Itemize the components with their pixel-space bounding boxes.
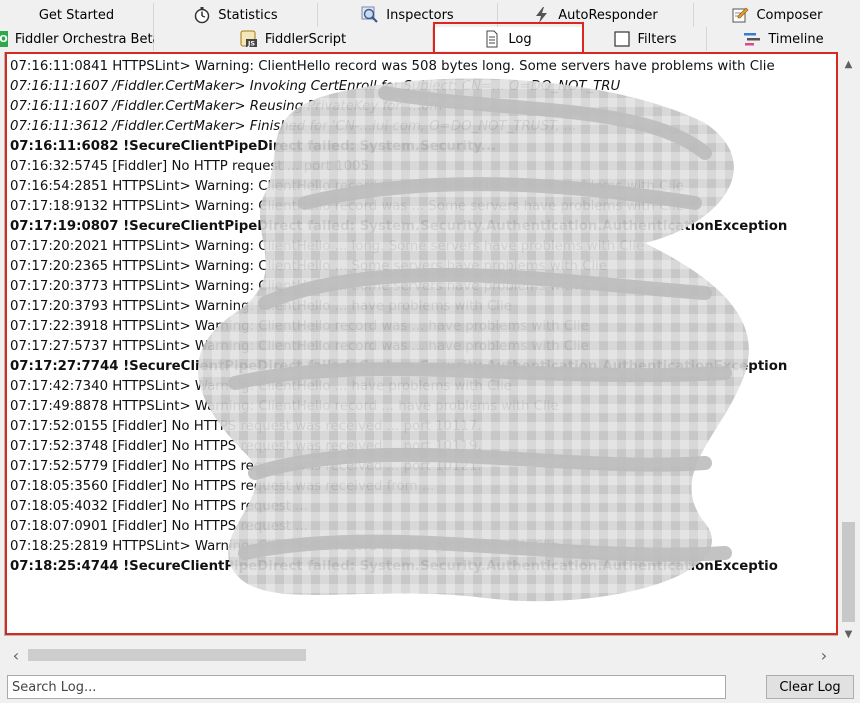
document-icon [483,30,501,48]
log-line: 07:17:49:8878 HTTPSLint> Warning: Client… [10,399,559,414]
scroll-right-icon[interactable]: › [814,645,834,665]
clear-log-button[interactable]: Clear Log [766,675,854,699]
tab-label: Filters [637,31,677,47]
log-line: 07:17:42:7340 HTTPSLint> Warning: Client… [10,379,512,394]
log-pane[interactable]: 07:16:11:0841 HTTPSLint> Warning: Client… [4,52,838,636]
log-line: 07:17:27:5737 HTTPSLint> Warning: Client… [10,339,589,354]
tab-inspectors[interactable]: Inspectors [318,3,498,27]
log-line: 07:17:20:3793 HTTPSLint> Warning: Client… [10,299,512,314]
log-line: 07:17:52:3748 [Fiddler] No HTTPS request… [10,439,482,454]
tab-filters[interactable]: Filters [583,27,707,51]
lightning-icon [533,6,551,24]
log-line: 07:17:52:0155 [Fiddler] No HTTPS request… [10,419,482,434]
tab-timeline[interactable]: Timeline [707,27,860,51]
log-line: 07:16:11:1607 /Fiddler.CertMaker> Invoki… [10,79,621,94]
vertical-scrollbar[interactable]: ▲ ▼ [838,52,859,646]
vertical-scroll-thumb[interactable] [842,522,855,622]
tab-get-started[interactable]: Get Started [0,3,154,27]
tab-label: Log [508,31,532,47]
log-line: 07:16:11:6082 !SecureClientPipeDirect fa… [10,139,497,154]
tab-fiddlerscript[interactable]: JS FiddlerScript [154,27,433,51]
search-log-input[interactable] [7,675,726,699]
magnifier-icon [361,6,379,24]
scroll-up-icon[interactable]: ▲ [838,54,859,74]
log-lines: 07:16:11:0841 HTTPSLint> Warning: Client… [10,57,837,577]
log-line: 07:18:05:3560 [Fiddler] No HTTPS request… [10,479,435,494]
log-line: 07:17:19:0807 !SecureClientPipeDirect fa… [10,219,788,234]
log-line: 07:16:11:0841 HTTPSLint> Warning: Client… [10,59,775,74]
tab-label: Composer [756,7,823,23]
log-line: 07:17:20:2365 HTTPSLint> Warning: Client… [10,259,608,274]
script-js-icon: JS [240,30,258,48]
tab-fiddler-orchestra[interactable]: FO Fiddler Orchestra Beta [0,27,161,51]
tab-log[interactable]: Log [433,27,583,51]
log-line: 07:18:07:0901 [Fiddler] No HTTPS request… [10,519,308,534]
log-line: 07:16:11:1607 /Fiddler.CertMaker> Reusin… [10,99,447,114]
log-line: 07:17:18:9132 HTTPSLint> Warning: Client… [10,199,684,214]
timeline-icon [743,30,761,48]
log-line: 07:17:20:3773 HTTPSLint> Warning: Client… [10,279,608,294]
tab-label: Fiddler Orchestra Beta [14,31,161,47]
log-line: 07:16:11:3612 /Fiddler.CertMaker> Finish… [10,119,577,134]
log-line: 07:18:25:2819 HTTPSLint> Warning: Client… [10,539,559,554]
tab-row-secondary: FO Fiddler Orchestra Beta JS FiddlerScri… [0,27,860,51]
tab-label: AutoResponder [558,7,658,23]
scroll-down-icon[interactable]: ▼ [838,624,859,644]
log-line: 07:17:22:3918 HTTPSLint> Warning: Client… [10,319,589,334]
horizontal-scrollbar[interactable]: ‹ › [4,645,838,665]
tab-label: Statistics [218,7,278,23]
tab-composer[interactable]: Composer [694,3,860,27]
tab-label: FiddlerScript [264,31,347,47]
tab-statistics[interactable]: Statistics [154,3,318,27]
log-line: 07:16:32:5745 [Fiddler] No HTTP request … [10,159,370,174]
svg-text:JS: JS [247,40,255,48]
log-line: 07:18:25:4744 !SecureClientPipeDirect fa… [10,559,778,574]
horizontal-scroll-thumb[interactable] [28,649,306,661]
log-line: 07:17:27:7744 !SecureClientPipeDirect fa… [10,359,788,374]
stopwatch-icon [193,6,211,24]
tab-label: Timeline [768,31,824,47]
log-line: 07:17:52:5779 [Fiddler] No HTTPS request… [10,459,482,474]
log-line: 07:17:20:2021 HTTPSLint> Warning: Client… [10,239,645,254]
scroll-left-icon[interactable]: ‹ [6,645,26,665]
tab-row-primary: Get Started Statistics Inspectors AutoRe… [0,3,860,27]
fo-badge-icon: FO [0,31,8,47]
tab-autoresponder[interactable]: AutoResponder [498,3,694,27]
log-line: 07:16:54:2851 HTTPSLint> Warning: Client… [10,179,684,194]
tab-label: Inspectors [386,7,454,23]
tab-label: Get Started [38,7,115,23]
log-line: 07:18:05:4032 [Fiddler] No HTTPS request… [10,499,308,514]
checkbox-icon [613,30,631,48]
pencil-icon [731,6,749,24]
